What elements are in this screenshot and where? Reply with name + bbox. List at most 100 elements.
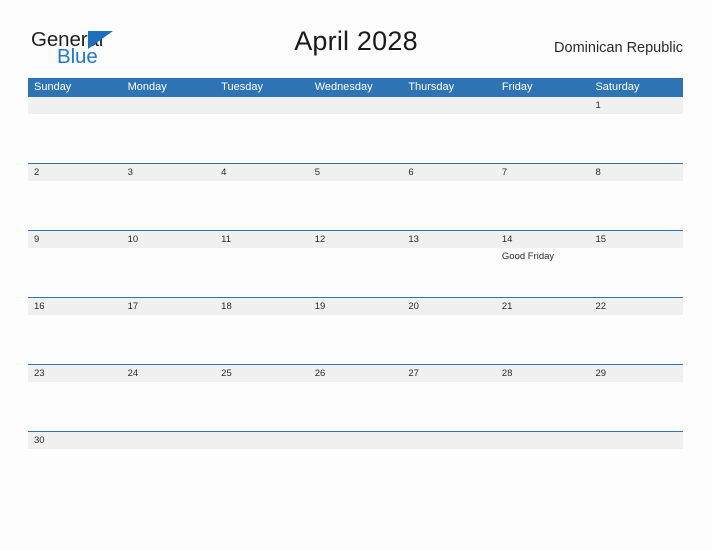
week-events-row	[28, 449, 683, 498]
day-cell[interactable]	[215, 248, 309, 297]
day-cell[interactable]	[28, 449, 122, 498]
day-cell[interactable]	[496, 181, 590, 230]
day-number[interactable]: 11	[215, 231, 309, 248]
day-number[interactable]: 13	[402, 231, 496, 248]
day-number[interactable]: 27	[402, 365, 496, 382]
day-number[interactable]: 1	[589, 97, 683, 114]
day-cell[interactable]	[122, 382, 216, 431]
day-cell[interactable]	[215, 315, 309, 364]
day-number[interactable]: 19	[309, 298, 403, 315]
day-cell	[309, 114, 403, 163]
page-header: General Blue April 2028 Dominican Republ…	[0, 0, 712, 78]
day-cell[interactable]	[122, 248, 216, 297]
day-cell[interactable]	[28, 248, 122, 297]
day-cell[interactable]	[589, 382, 683, 431]
calendar-weeks: 1 2 3 4 5 6 7 8 9 10 11 12 13 14 15 Good Friday 16 17 18 19…	[28, 97, 683, 498]
calendar-page: General Blue April 2028 Dominican Republ…	[0, 0, 712, 550]
day-cell[interactable]: Good Friday	[496, 248, 590, 297]
calendar-week-row: 9 10 11 12 13 14 15 Good Friday	[28, 230, 683, 297]
weekday-header-monday: Monday	[127, 81, 167, 93]
day-cell[interactable]	[309, 382, 403, 431]
weekday-header-sunday: Sunday	[34, 81, 72, 93]
day-number[interactable]: 5	[309, 164, 403, 181]
day-number-empty	[215, 432, 309, 449]
day-number[interactable]: 30	[28, 432, 122, 449]
day-number[interactable]: 25	[215, 365, 309, 382]
day-number[interactable]: 28	[496, 365, 590, 382]
week-events-row: Good Friday	[28, 248, 683, 297]
day-number[interactable]: 17	[122, 298, 216, 315]
day-number[interactable]: 12	[309, 231, 403, 248]
day-number[interactable]: 20	[402, 298, 496, 315]
day-cell[interactable]	[28, 315, 122, 364]
week-events-row	[28, 315, 683, 364]
weekday-header-thursday: Thursday	[408, 81, 455, 93]
day-cell[interactable]	[122, 181, 216, 230]
day-number[interactable]: 23	[28, 365, 122, 382]
week-numbers-row: 23 24 25 26 27 28 29	[28, 365, 683, 382]
day-number-empty	[309, 97, 403, 114]
day-number[interactable]: 3	[122, 164, 216, 181]
day-number-empty	[122, 97, 216, 114]
day-cell[interactable]	[496, 382, 590, 431]
day-cell[interactable]	[309, 315, 403, 364]
day-number[interactable]: 4	[215, 164, 309, 181]
day-number[interactable]: 15	[589, 231, 683, 248]
day-number[interactable]: 22	[589, 298, 683, 315]
day-cell[interactable]	[496, 315, 590, 364]
weekday-header-saturday: Saturday	[595, 81, 640, 93]
day-cell[interactable]	[309, 181, 403, 230]
day-cell[interactable]	[402, 248, 496, 297]
week-events-row	[28, 382, 683, 431]
day-number[interactable]: 9	[28, 231, 122, 248]
day-cell	[122, 449, 216, 498]
day-number[interactable]: 2	[28, 164, 122, 181]
day-cell[interactable]	[402, 315, 496, 364]
day-cell	[215, 114, 309, 163]
week-events-row	[28, 114, 683, 163]
day-cell[interactable]	[215, 181, 309, 230]
day-number[interactable]: 29	[589, 365, 683, 382]
calendar-week-row: 30	[28, 431, 683, 498]
day-cell[interactable]	[589, 248, 683, 297]
day-cell[interactable]	[122, 315, 216, 364]
day-number[interactable]: 21	[496, 298, 590, 315]
calendar-week-row: 1	[28, 97, 683, 163]
day-number[interactable]: 26	[309, 365, 403, 382]
day-number-empty	[496, 432, 590, 449]
day-cell	[215, 449, 309, 498]
week-numbers-row: 30	[28, 432, 683, 449]
weekday-header-friday: Friday	[501, 81, 533, 93]
calendar-week-row: 16 17 18 19 20 21 22	[28, 297, 683, 364]
day-cell[interactable]	[589, 114, 683, 163]
day-number[interactable]: 8	[589, 164, 683, 181]
day-cell[interactable]	[309, 248, 403, 297]
day-number-empty	[122, 432, 216, 449]
day-number[interactable]: 7	[496, 164, 590, 181]
day-number[interactable]: 14	[496, 231, 590, 248]
day-cell[interactable]	[28, 181, 122, 230]
calendar-week-row: 2345678	[28, 163, 683, 230]
day-number[interactable]: 24	[122, 365, 216, 382]
day-number[interactable]: 10	[122, 231, 216, 248]
day-cell[interactable]	[215, 382, 309, 431]
day-cell	[589, 449, 683, 498]
day-number[interactable]: 6	[402, 164, 496, 181]
day-cell[interactable]	[28, 382, 122, 431]
day-number-empty	[215, 97, 309, 114]
day-number-empty	[309, 432, 403, 449]
day-number[interactable]: 18	[215, 298, 309, 315]
day-number[interactable]: 16	[28, 298, 122, 315]
week-events-row	[28, 181, 683, 230]
country-label: Dominican Republic	[554, 40, 683, 56]
day-number-empty	[28, 97, 122, 114]
weekday-header-row: Sunday Monday Tuesday Wednesday Thursday…	[28, 78, 683, 97]
day-cell[interactable]	[589, 181, 683, 230]
week-numbers-row: 1	[28, 97, 683, 114]
day-cell[interactable]	[589, 315, 683, 364]
day-cell[interactable]	[402, 181, 496, 230]
calendar-week-row: 23 24 25 26 27 28 29	[28, 364, 683, 431]
day-cell	[402, 449, 496, 498]
day-cell[interactable]	[402, 382, 496, 431]
day-number-empty	[589, 432, 683, 449]
